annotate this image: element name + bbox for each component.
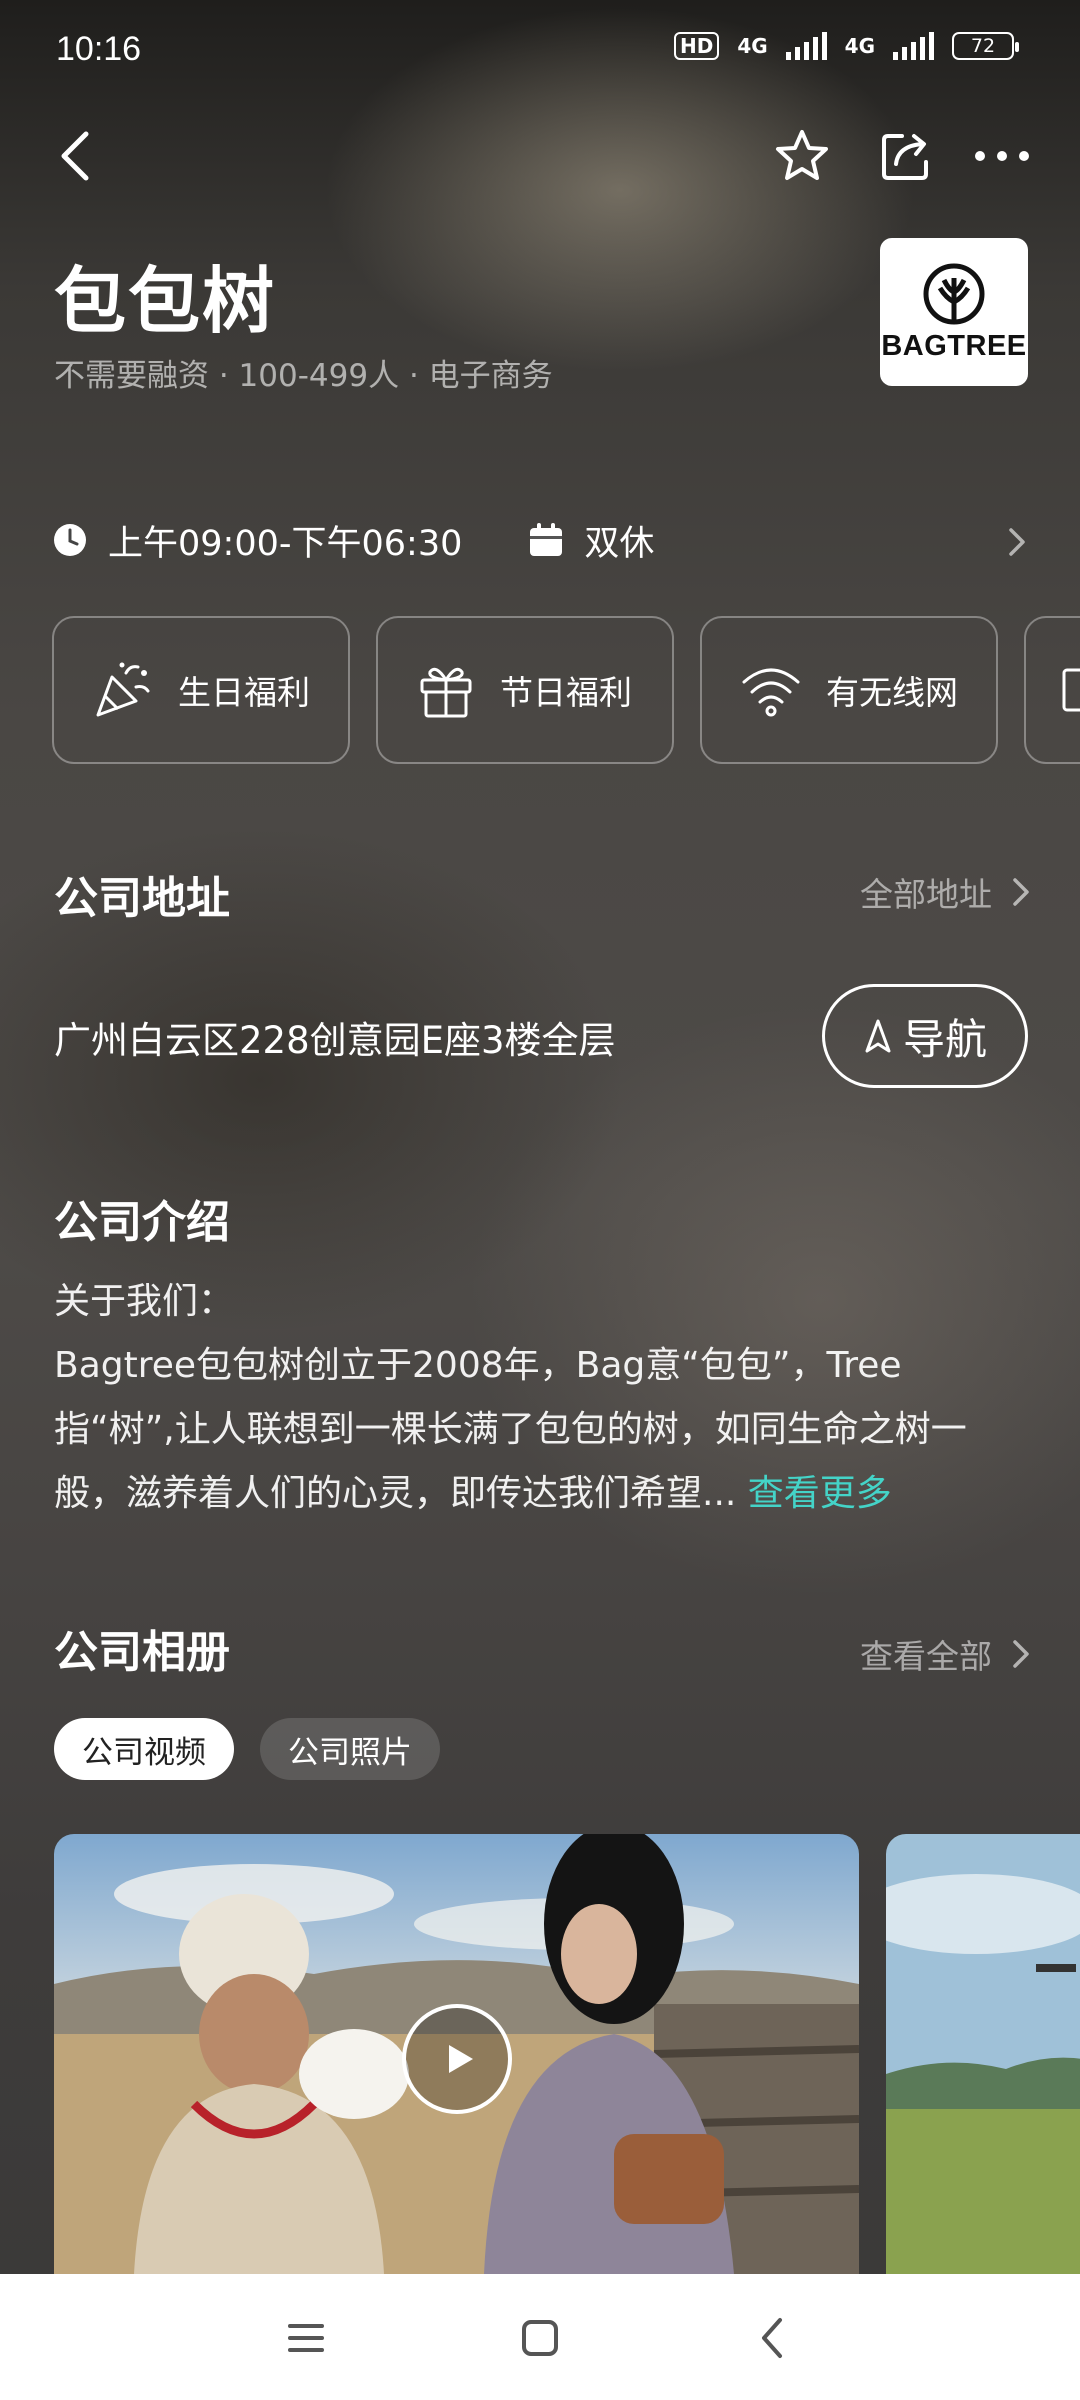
address-section-title: 公司地址 [54, 873, 230, 924]
battery-icon: 72 [952, 32, 1019, 60]
benefit-card-holiday[interactable]: 节日福利 [376, 616, 674, 764]
chevron-right-icon [1009, 528, 1025, 556]
view-all-label: 查看全部 [860, 1637, 992, 1676]
all-addresses-link[interactable]: 全部地址 [860, 868, 1032, 916]
work-hours-row[interactable]: 上午09:00-下午06:30 双休 [52, 512, 1032, 568]
status-icons: HD 4G 4G 72 [673, 32, 1019, 60]
back-icon[interactable] [754, 2314, 790, 2362]
chevron-right-icon [1013, 1640, 1029, 1668]
rest-schedule: 双休 [584, 523, 655, 564]
navigation-arrow-icon [865, 1019, 891, 1053]
gift-icon [420, 667, 472, 718]
wifi-icon [742, 668, 800, 717]
status-bar: 10:16 HD 4G 4G 72 [0, 0, 1080, 100]
benefit-label: 生日福利 [178, 673, 310, 712]
signal-bars-2-icon [893, 32, 934, 60]
company-name: 包包树 [54, 259, 277, 343]
tab-company-photos[interactable]: 公司照片 [260, 1718, 440, 1780]
intro-section-title: 公司介绍 [54, 1197, 230, 1248]
benefit-card-more[interactable] [1024, 616, 1080, 764]
play-icon [449, 2045, 473, 2073]
album-section-title: 公司相册 [54, 1627, 230, 1678]
all-addresses-label: 全部地址 [860, 875, 992, 914]
navigate-label: 导航 [902, 1014, 987, 1064]
company-meta: 不需要融资 · 100-499人 · 电子商务 [54, 358, 553, 394]
album-thumbnail-2[interactable] [886, 1834, 1080, 2274]
tab-company-video[interactable]: 公司视频 [54, 1718, 234, 1780]
view-more-link[interactable]: 查看更多 [748, 1473, 892, 1514]
chevron-right-icon [1013, 878, 1029, 906]
top-nav [0, 120, 1080, 190]
more-icon[interactable] [970, 124, 1034, 188]
landscape-photo-image [886, 1834, 1080, 2274]
hd-icon: HD [673, 32, 720, 60]
star-icon[interactable] [770, 124, 834, 188]
album-tabs: 公司视频 公司照片 [54, 1718, 440, 1780]
play-button[interactable] [402, 2004, 512, 2114]
benefit-list: 生日福利 节日福利 有无线网 [52, 616, 1080, 764]
logo-text: BAGTREE [881, 329, 1027, 362]
back-arrow-icon[interactable] [52, 126, 104, 186]
view-all-album-link[interactable]: 查看全部 [860, 1630, 1032, 1678]
system-nav-bar [0, 2274, 1080, 2400]
benefit-card-birthday[interactable]: 生日福利 [52, 616, 350, 764]
tree-logo-icon [923, 263, 985, 324]
company-logo[interactable]: BAGTREE [880, 238, 1028, 386]
benefit-card-wifi[interactable]: 有无线网 [700, 616, 998, 764]
menu-icon[interactable] [286, 2318, 326, 2358]
signal-bars-1-icon [785, 32, 827, 60]
benefit-label: 有无线网 [826, 673, 958, 712]
clock-icon [54, 524, 86, 556]
intro-heading: 关于我们： [54, 1281, 235, 1322]
company-intro: 关于我们： Bagtree包包树创立于2008年，Bag意“包包”，Tree指“… [54, 1270, 1014, 1526]
benefit-partial-icon [1062, 668, 1080, 712]
benefit-label: 节日福利 [500, 673, 632, 712]
status-time: 10:16 [56, 30, 142, 68]
network-label-2: 4G [844, 34, 875, 58]
home-icon[interactable] [520, 2318, 560, 2358]
company-address: 广州白云区228创意园E座3楼全层 [54, 1019, 616, 1062]
navigate-button[interactable]: 导航 [822, 984, 1028, 1088]
share-icon[interactable] [874, 124, 938, 188]
work-hours: 上午09:00-下午06:30 [108, 523, 463, 564]
network-label-1: 4G [737, 34, 768, 58]
party-popper-icon [96, 662, 150, 717]
album-video-thumbnail[interactable] [54, 1834, 859, 2274]
calendar-icon [530, 523, 563, 556]
